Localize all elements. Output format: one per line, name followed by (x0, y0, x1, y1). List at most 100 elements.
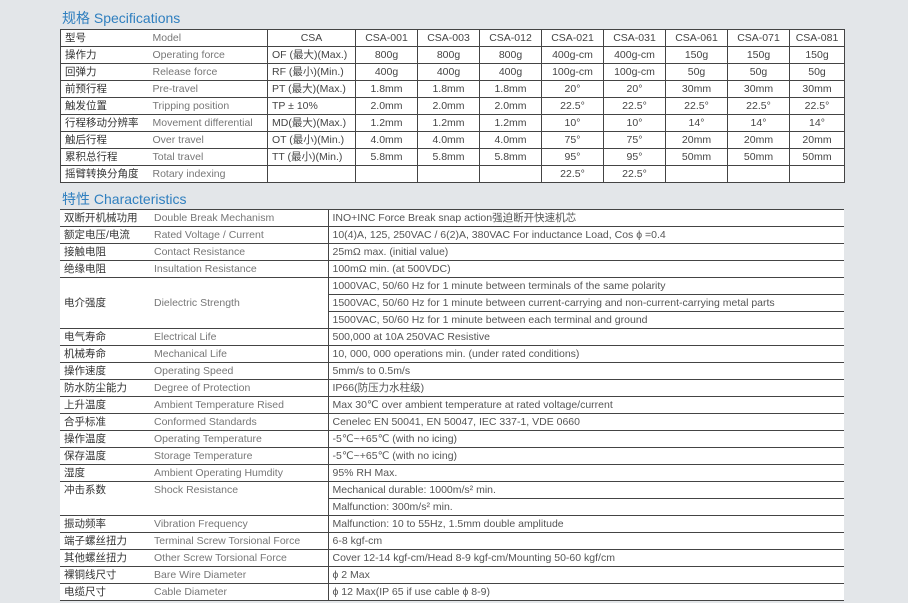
table-row: 操作力 Operating force OF (最大)(Max.) 800g 800g 8… (60, 46, 845, 64)
cell-value: 95° (603, 148, 666, 166)
cell-value (665, 165, 728, 183)
row-value: ϕ 2 Max (328, 566, 844, 584)
cell-value: 50g (665, 63, 728, 81)
cell-value: 400g (479, 63, 542, 81)
cell-value (479, 165, 542, 183)
row-label-en: Other Screw Torsional Force (150, 549, 329, 567)
row-label-en: Operating Speed (150, 362, 329, 380)
table-row: 电气寿命 Electrical Life 500,000 at 10A 250VAC… (60, 328, 844, 346)
row-value: 95% RH Max. (328, 464, 844, 482)
table-row: 前预行程 Pre-travel PT (最大)(Max.) 1.8mm 1.8mm 1.8… (60, 80, 845, 98)
row-value: 100mΩ min. (at 500VDC) (328, 260, 844, 278)
row-label-en: Over travel (148, 131, 268, 149)
cell-value: 400g-cm (541, 46, 604, 64)
cell-value: 5.8mm (417, 148, 480, 166)
table-row: 保存温度 Storage Temperature -5℃~+65℃ (with no… (60, 447, 844, 465)
table-row: 电介强度 Dielectric Strength 1000VAC, 50/60 Hz… (60, 277, 844, 329)
cell-value: 1.8mm (417, 80, 480, 98)
cell-value: 20mm (789, 131, 845, 149)
row-label-cn: 电介强度 (60, 277, 150, 329)
cell-value: 50g (727, 63, 790, 81)
row-label-cn: 冲击系数 (60, 481, 150, 516)
cell-value: 14° (727, 114, 790, 132)
table-row: 触后行程 Over travel OT (最小)(Min.) 4.0mm 4.0mm 4.… (60, 131, 845, 149)
table-row: 接触电阻 Contact Resistance 25mΩ max. (initial… (60, 243, 844, 261)
model-header: CSA-081 (789, 29, 845, 47)
row-label-en: Degree of Protection (150, 379, 329, 397)
row-label-en: Mechanical Life (150, 345, 329, 363)
cell-value: 800g (417, 46, 480, 64)
row-label-cn: 接触电阻 (60, 243, 150, 261)
cell-value: 22.5° (789, 97, 845, 115)
cell-value: 20° (603, 80, 666, 98)
cell-value: 50g (789, 63, 845, 81)
model-header: CSA-021 (541, 29, 604, 47)
row-condition: PT (最大)(Max.) (267, 80, 356, 98)
table-row: 冲击系数 Shock Resistance Mechanical durable: … (60, 481, 844, 516)
cell-value: 22.5° (541, 165, 604, 183)
cell-value: 1.2mm (417, 114, 480, 132)
cell-value: 1.8mm (479, 80, 542, 98)
cell-value: 800g (479, 46, 542, 64)
cell-value: 400g (417, 63, 480, 81)
row-label-cn: 前预行程 (60, 80, 149, 98)
row-value: 25mΩ max. (initial value) (328, 243, 844, 261)
cell-value: 100g-cm (541, 63, 604, 81)
cell-value (417, 165, 480, 183)
cell-value: 1.8mm (355, 80, 418, 98)
cell-value: 1.2mm (479, 114, 542, 132)
cell-value: 150g (727, 46, 790, 64)
row-condition: MD(最大)(Max.) (267, 114, 356, 132)
table-header-row: 型号 Model CSA CSA-001 CSA-003 CSA-012 CSA-021 CS… (60, 29, 845, 47)
cell-value: 800g (355, 46, 418, 64)
row-label-cn: 操作速度 (60, 362, 150, 380)
row-label-en: Rated Voltage / Current (150, 226, 329, 244)
row-label-cn: 电缆尺寸 (60, 583, 150, 601)
table-row: 防水防尘能力 Degree of Protection IP66(防压力水柱级) (60, 379, 844, 397)
model-header: CSA-061 (665, 29, 728, 47)
row-label-cn: 操作力 (60, 46, 149, 64)
row-value: 1500VAC, 50/60 Hz for 1 minute between c… (328, 294, 844, 312)
row-label-cn: 累积总行程 (60, 148, 149, 166)
table-row: 上升温度 Ambient Temperature Rised Max 30℃ ove… (60, 396, 844, 414)
cell-value: 22.5° (541, 97, 604, 115)
cell-value: 14° (665, 114, 728, 132)
cell-value: 30mm (665, 80, 728, 98)
model-header: CSA-001 (355, 29, 418, 47)
row-label-en: Storage Temperature (150, 447, 329, 465)
row-label-en: Conformed Standards (150, 413, 329, 431)
header-en: Model (148, 29, 268, 47)
row-label-cn: 电气寿命 (60, 328, 150, 346)
row-label-cn: 湿度 (60, 464, 150, 482)
cell-value: 2.0mm (417, 97, 480, 115)
row-label-en: Tripping position (148, 97, 268, 115)
row-label-cn: 行程移动分辨率 (60, 114, 149, 132)
table-row: 行程移动分辨率 Movement differential MD(最大)(Max.)… (60, 114, 845, 132)
cell-value: 22.5° (665, 97, 728, 115)
row-label-en: Cable Diameter (150, 583, 329, 601)
model-header: CSA-071 (727, 29, 790, 47)
row-condition: OF (最大)(Max.) (267, 46, 356, 64)
row-value: ϕ 12 Max(IP 65 if use cable ϕ 8-9) (328, 583, 844, 601)
row-label-en: Vibration Frequency (150, 515, 329, 533)
table-row: 其他螺丝扭力 Other Screw Torsional Force Cover 1… (60, 549, 844, 567)
row-label-cn: 摇臂转换分角度 (60, 165, 149, 183)
cell-value: 5.8mm (479, 148, 542, 166)
cell-value: 2.0mm (479, 97, 542, 115)
cell-value: 150g (789, 46, 845, 64)
row-label-en: Ambient Operating Humdity (150, 464, 329, 482)
row-value: 10, 000, 000 operations min. (under rate… (328, 345, 844, 363)
table-row: 回弹力 Release force RF (最小)(Min.) 400g 400g 400… (60, 63, 845, 81)
row-value: 6-8 kgf-cm (328, 532, 844, 550)
characteristics-table: 双断开机械功用 Double Break Mechanism INO+INC For… (60, 209, 844, 601)
table-row: 绝缘电阻 Insultation Resistance 100mΩ min. (at… (60, 260, 844, 278)
cell-value: 50mm (665, 148, 728, 166)
row-value: Cover 12-14 kgf-cm/Head 8-9 kgf-cm/Mount… (328, 549, 844, 567)
row-label-cn: 裸铜线尺寸 (60, 566, 150, 584)
row-label-cn: 双断开机械功用 (60, 209, 150, 227)
cell-value (789, 165, 845, 183)
cell-value: 2.0mm (355, 97, 418, 115)
cell-value: 20mm (727, 131, 790, 149)
cell-value: 1.2mm (355, 114, 418, 132)
cell-value: 22.5° (603, 97, 666, 115)
